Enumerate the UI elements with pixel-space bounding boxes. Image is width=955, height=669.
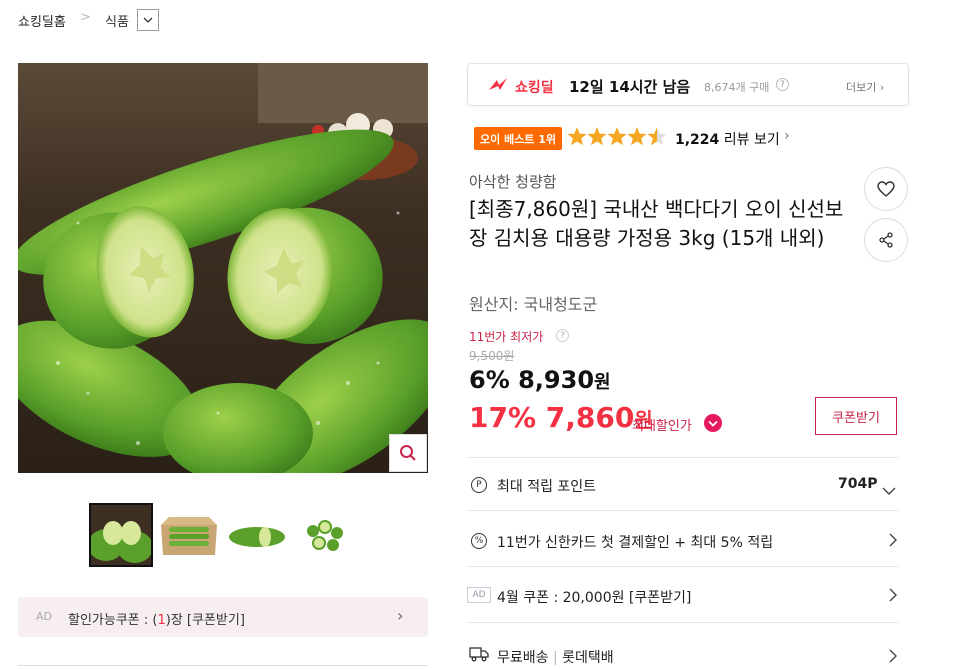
chevron-right-icon[interactable] xyxy=(889,587,897,606)
purchase-count: 8,674개 구매 xyxy=(704,81,770,94)
share-icon[interactable] xyxy=(864,218,908,262)
thumbnail-4[interactable] xyxy=(293,503,357,567)
deal-brand: 쇼킹딜 xyxy=(515,80,554,96)
review-link[interactable]: 1,224 리뷰 보기 xyxy=(675,129,780,149)
ad-label: AD xyxy=(36,610,52,623)
chevron-down-icon[interactable] xyxy=(882,480,896,499)
product-origin: 원산지: 국내청도군 xyxy=(469,295,598,314)
product-title: [최종7,860원] 국내산 백다다기 오이 신선보장 김치용 대용량 가정용 … xyxy=(469,197,844,250)
sale-price: 6% 8,930원 xyxy=(469,366,611,394)
chevron-down-icon[interactable] xyxy=(137,9,159,31)
product-subtitle: 아삭한 청량함 xyxy=(469,173,557,191)
lowest-price-label: 11번가 최저가 xyxy=(469,330,544,344)
breadcrumb-category[interactable]: 식품 xyxy=(105,11,129,30)
thumbnail-1[interactable] xyxy=(89,503,153,567)
point-icon: P xyxy=(471,477,487,493)
thumbnail-3[interactable] xyxy=(225,503,289,567)
divider xyxy=(467,510,899,511)
divider xyxy=(467,622,899,623)
deal-time-left: 12일 14시간 남음 xyxy=(569,78,691,96)
star-rating xyxy=(567,126,667,148)
more-link[interactable]: 더보기 › xyxy=(846,79,884,95)
original-price: 9,500원 xyxy=(469,349,515,363)
points-label: 최대 적립 포인트 xyxy=(497,479,597,495)
help-icon[interactable]: ? xyxy=(556,329,569,342)
max-discount-label: 최대할인가 xyxy=(632,419,692,434)
divider xyxy=(467,457,899,458)
truck-icon xyxy=(469,646,489,666)
card-benefit-label[interactable]: 11번가 신한카드 첫 결제할인 + 최대 5% 적립 xyxy=(497,532,773,552)
help-icon[interactable]: ? xyxy=(776,78,789,91)
best-badge[interactable]: 오이 베스트 1위 xyxy=(474,127,563,150)
heart-icon[interactable] xyxy=(864,167,908,211)
ad-tag: AD xyxy=(467,587,491,603)
chevron-right-icon[interactable]: › xyxy=(784,128,790,144)
percent-icon: % xyxy=(471,533,487,549)
chevron-right-icon[interactable] xyxy=(889,648,897,667)
breadcrumb-home[interactable]: 쇼킹딜홈 xyxy=(18,11,66,30)
search-icon[interactable] xyxy=(389,434,427,472)
shocking-deal-logo-icon xyxy=(487,76,509,98)
chevron-right-icon[interactable]: › xyxy=(397,606,403,625)
main-product-image[interactable] xyxy=(18,63,428,473)
points-value: 704P xyxy=(838,476,878,492)
max-discount-price: 17% 7,860원 xyxy=(469,401,653,434)
thumbnail-2[interactable] xyxy=(157,503,221,567)
get-coupon-button[interactable]: 쿠폰받기 xyxy=(815,397,897,435)
monthly-coupon-label[interactable]: 4월 쿠폰 : 20,000원 [쿠폰받기] xyxy=(497,587,691,607)
divider xyxy=(18,665,428,666)
chevron-right-icon[interactable] xyxy=(889,532,897,551)
breadcrumb-separator: > xyxy=(80,10,91,25)
ad-coupon-text[interactable]: 할인가능쿠폰 : (1)장 [쿠폰받기] xyxy=(68,609,245,628)
chevron-down-circle-icon[interactable] xyxy=(704,414,722,432)
divider xyxy=(467,566,899,567)
shipping-info: 무료배송 | 롯데택배 xyxy=(497,650,614,666)
